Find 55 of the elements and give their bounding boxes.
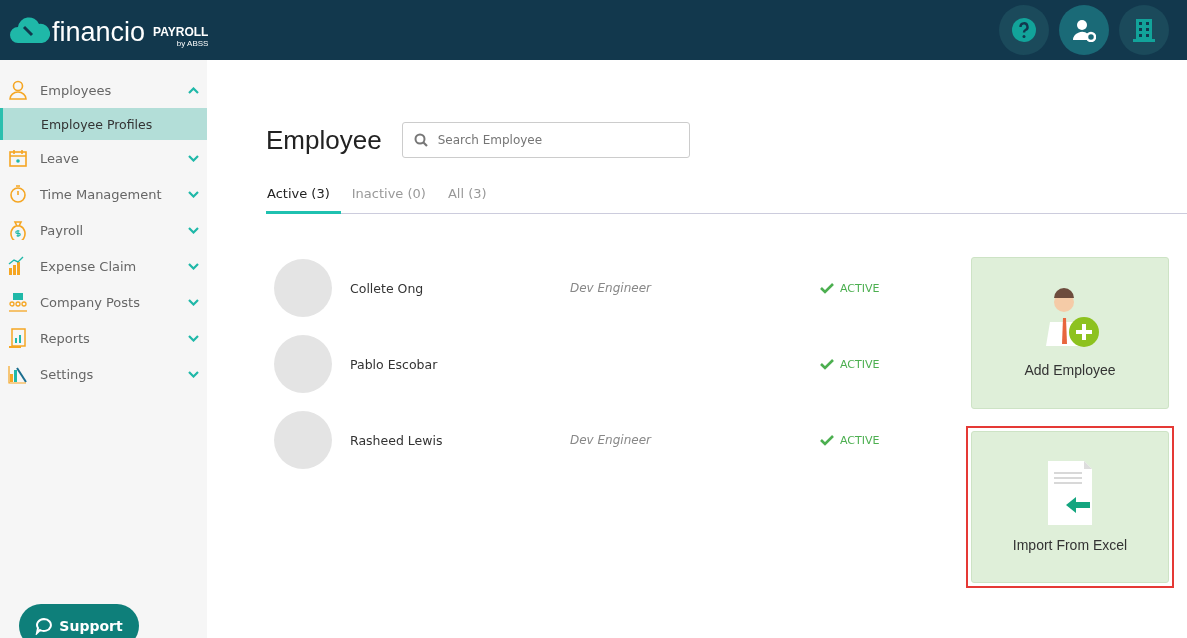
tab[interactable]: Active (3): [266, 186, 341, 214]
building-button[interactable]: [1119, 5, 1169, 55]
sidebar-item[interactable]: Settings: [0, 356, 207, 392]
status-label: ACTIVE: [840, 433, 880, 447]
tab[interactable]: Inactive (0): [350, 186, 437, 214]
sidebar-label: Leave: [40, 150, 80, 166]
money-bag-icon: [8, 220, 28, 240]
employee-name[interactable]: Collete Ong: [332, 280, 570, 296]
sidebar-item[interactable]: Reports: [0, 320, 207, 356]
cloud-logo-icon: [10, 15, 50, 45]
user-settings-button[interactable]: [1059, 5, 1109, 55]
sidebar-label: Employees: [40, 82, 113, 98]
product-name: PAYROLL: [153, 24, 209, 39]
sidebar-label: Expense Claim: [40, 258, 138, 274]
tab[interactable]: All (3): [446, 186, 498, 214]
chat-bubble-icon: [35, 617, 54, 635]
building-icon: [1133, 18, 1155, 42]
stopwatch-icon: [8, 184, 28, 204]
sidebar-item[interactable]: Expense Claim: [0, 248, 207, 284]
report-icon: [8, 328, 28, 348]
user-gear-icon: [1072, 18, 1096, 42]
status-label: ACTIVE: [840, 281, 880, 295]
sidebar-label: Time Management: [40, 186, 163, 202]
sidebar-label: Settings: [40, 366, 95, 382]
vendor-name: by ABSS: [176, 38, 209, 48]
submenu-item[interactable]: Employee Profiles: [0, 108, 207, 140]
sidebar-item[interactable]: Leave: [0, 140, 207, 176]
help-button[interactable]: [999, 5, 1049, 55]
employee-role: Dev Engineer: [570, 433, 651, 447]
add-employee-card[interactable]: Add Employee: [971, 257, 1169, 409]
person-icon: [8, 80, 28, 100]
support-button[interactable]: Support: [19, 604, 139, 638]
sidebar-item[interactable]: Time Management: [0, 176, 207, 212]
logo-text: financio: [52, 16, 146, 48]
search-icon: [413, 133, 428, 147]
sidebar-label: Company Posts: [40, 294, 141, 310]
employee-name[interactable]: Rasheed Lewis: [332, 432, 570, 448]
employee-role: Dev Engineer: [570, 281, 651, 295]
sidebar-item[interactable]: Company Posts: [0, 284, 207, 320]
people-icon: [8, 292, 28, 312]
tools-icon: [8, 364, 28, 384]
help-icon: [1012, 18, 1036, 42]
page-title: Employee: [266, 124, 382, 156]
check-icon: [820, 434, 834, 446]
sidebar-item[interactable]: Payroll: [0, 212, 207, 248]
import-card[interactable]: Import From Excel: [971, 431, 1169, 583]
check-icon: [820, 282, 834, 294]
status-label: ACTIVE: [840, 357, 880, 371]
sidebar-item[interactable]: Employees: [0, 72, 207, 108]
sidebar-label: Reports: [40, 330, 91, 346]
search-field[interactable]: Search Employee: [401, 122, 690, 158]
employee-name[interactable]: Pablo Escobar: [332, 356, 570, 372]
calendar-icon: [8, 148, 28, 168]
sidebar-label: Payroll: [40, 222, 85, 238]
check-icon: [820, 358, 834, 370]
